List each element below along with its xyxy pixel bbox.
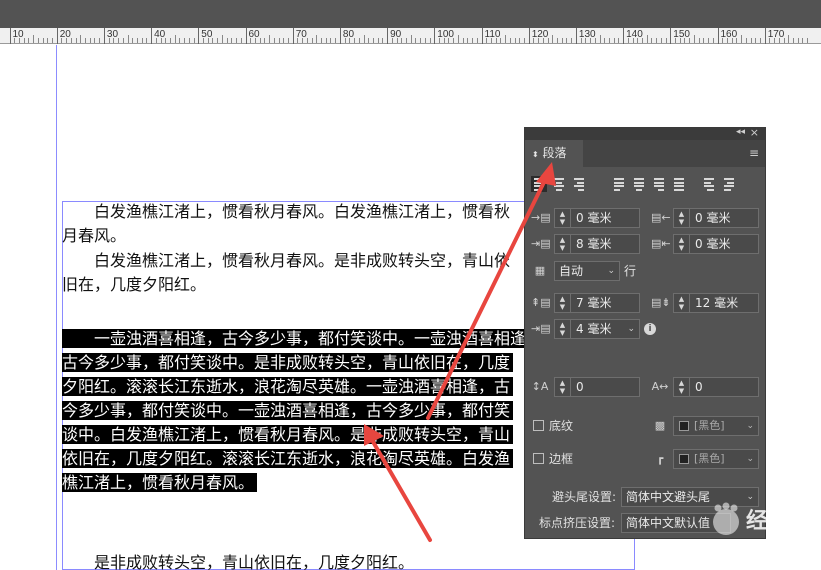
arrow-to-selected-text — [364, 424, 432, 542]
arrow-to-panel-tab — [426, 162, 556, 420]
watermark-site: jingyan.baidu.com — [708, 540, 789, 551]
watermark-brand: 经验 — [746, 509, 791, 534]
annotation-arrows — [364, 162, 556, 542]
